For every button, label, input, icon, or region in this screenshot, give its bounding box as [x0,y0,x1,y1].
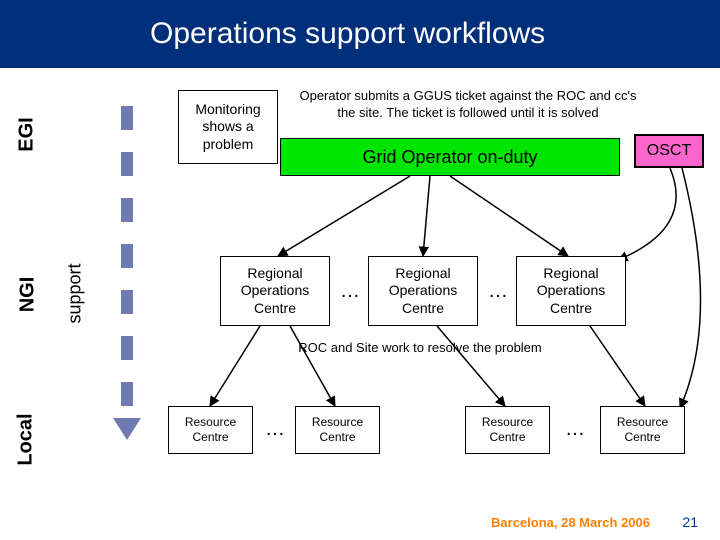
level-ngi: NGI [16,277,39,313]
rc-ellipsis-2: … [565,418,585,441]
level-local: Local [15,413,38,465]
diagram-canvas: EGI NGI Local support Monitoring shows a [0,68,720,540]
roc-label: Regional Operations Centre [523,265,619,318]
rc-box-4: Resource Centre [600,406,685,454]
footer-location: Barcelona, 28 March 2006 [491,515,650,530]
osct-text: OSCT [647,141,691,161]
roc-box-1: Regional Operations Centre [220,256,330,326]
rc-label: Resource Centre [175,415,246,445]
roc-ellipsis-2: … [488,280,508,303]
rc-label: Resource Centre [607,415,678,445]
roc-ellipsis-1: … [340,280,360,303]
grid-operator-box: Grid Operator on-duty [280,138,620,176]
grid-operator-text: Grid Operator on-duty [362,146,537,169]
page-title: Operations support workflows [150,17,545,51]
roc-box-3: Regional Operations Centre [516,256,626,326]
rc-ellipsis-1: … [265,418,285,441]
title-bar: Operations support workflows [0,0,720,68]
osct-box: OSCT [634,134,704,168]
roc-label: Regional Operations Centre [375,265,471,318]
rc-box-1: Resource Centre [168,406,253,454]
resolve-note: ROC and Site work to resolve the problem [240,340,600,357]
monitoring-box: Monitoring shows a problem [178,90,278,164]
level-egi: EGI [16,117,39,151]
operator-note: Operator submits a GGUS ticket against t… [298,88,638,122]
rc-label: Resource Centre [472,415,543,445]
roc-label: Regional Operations Centre [227,265,323,318]
support-arrow [120,106,134,440]
roc-box-2: Regional Operations Centre [368,256,478,326]
footer-page-number: 21 [682,514,698,530]
monitoring-text: Monitoring shows a problem [185,101,271,154]
rc-box-3: Resource Centre [465,406,550,454]
level-support: support [65,263,86,323]
rc-box-2: Resource Centre [295,406,380,454]
rc-label: Resource Centre [302,415,373,445]
